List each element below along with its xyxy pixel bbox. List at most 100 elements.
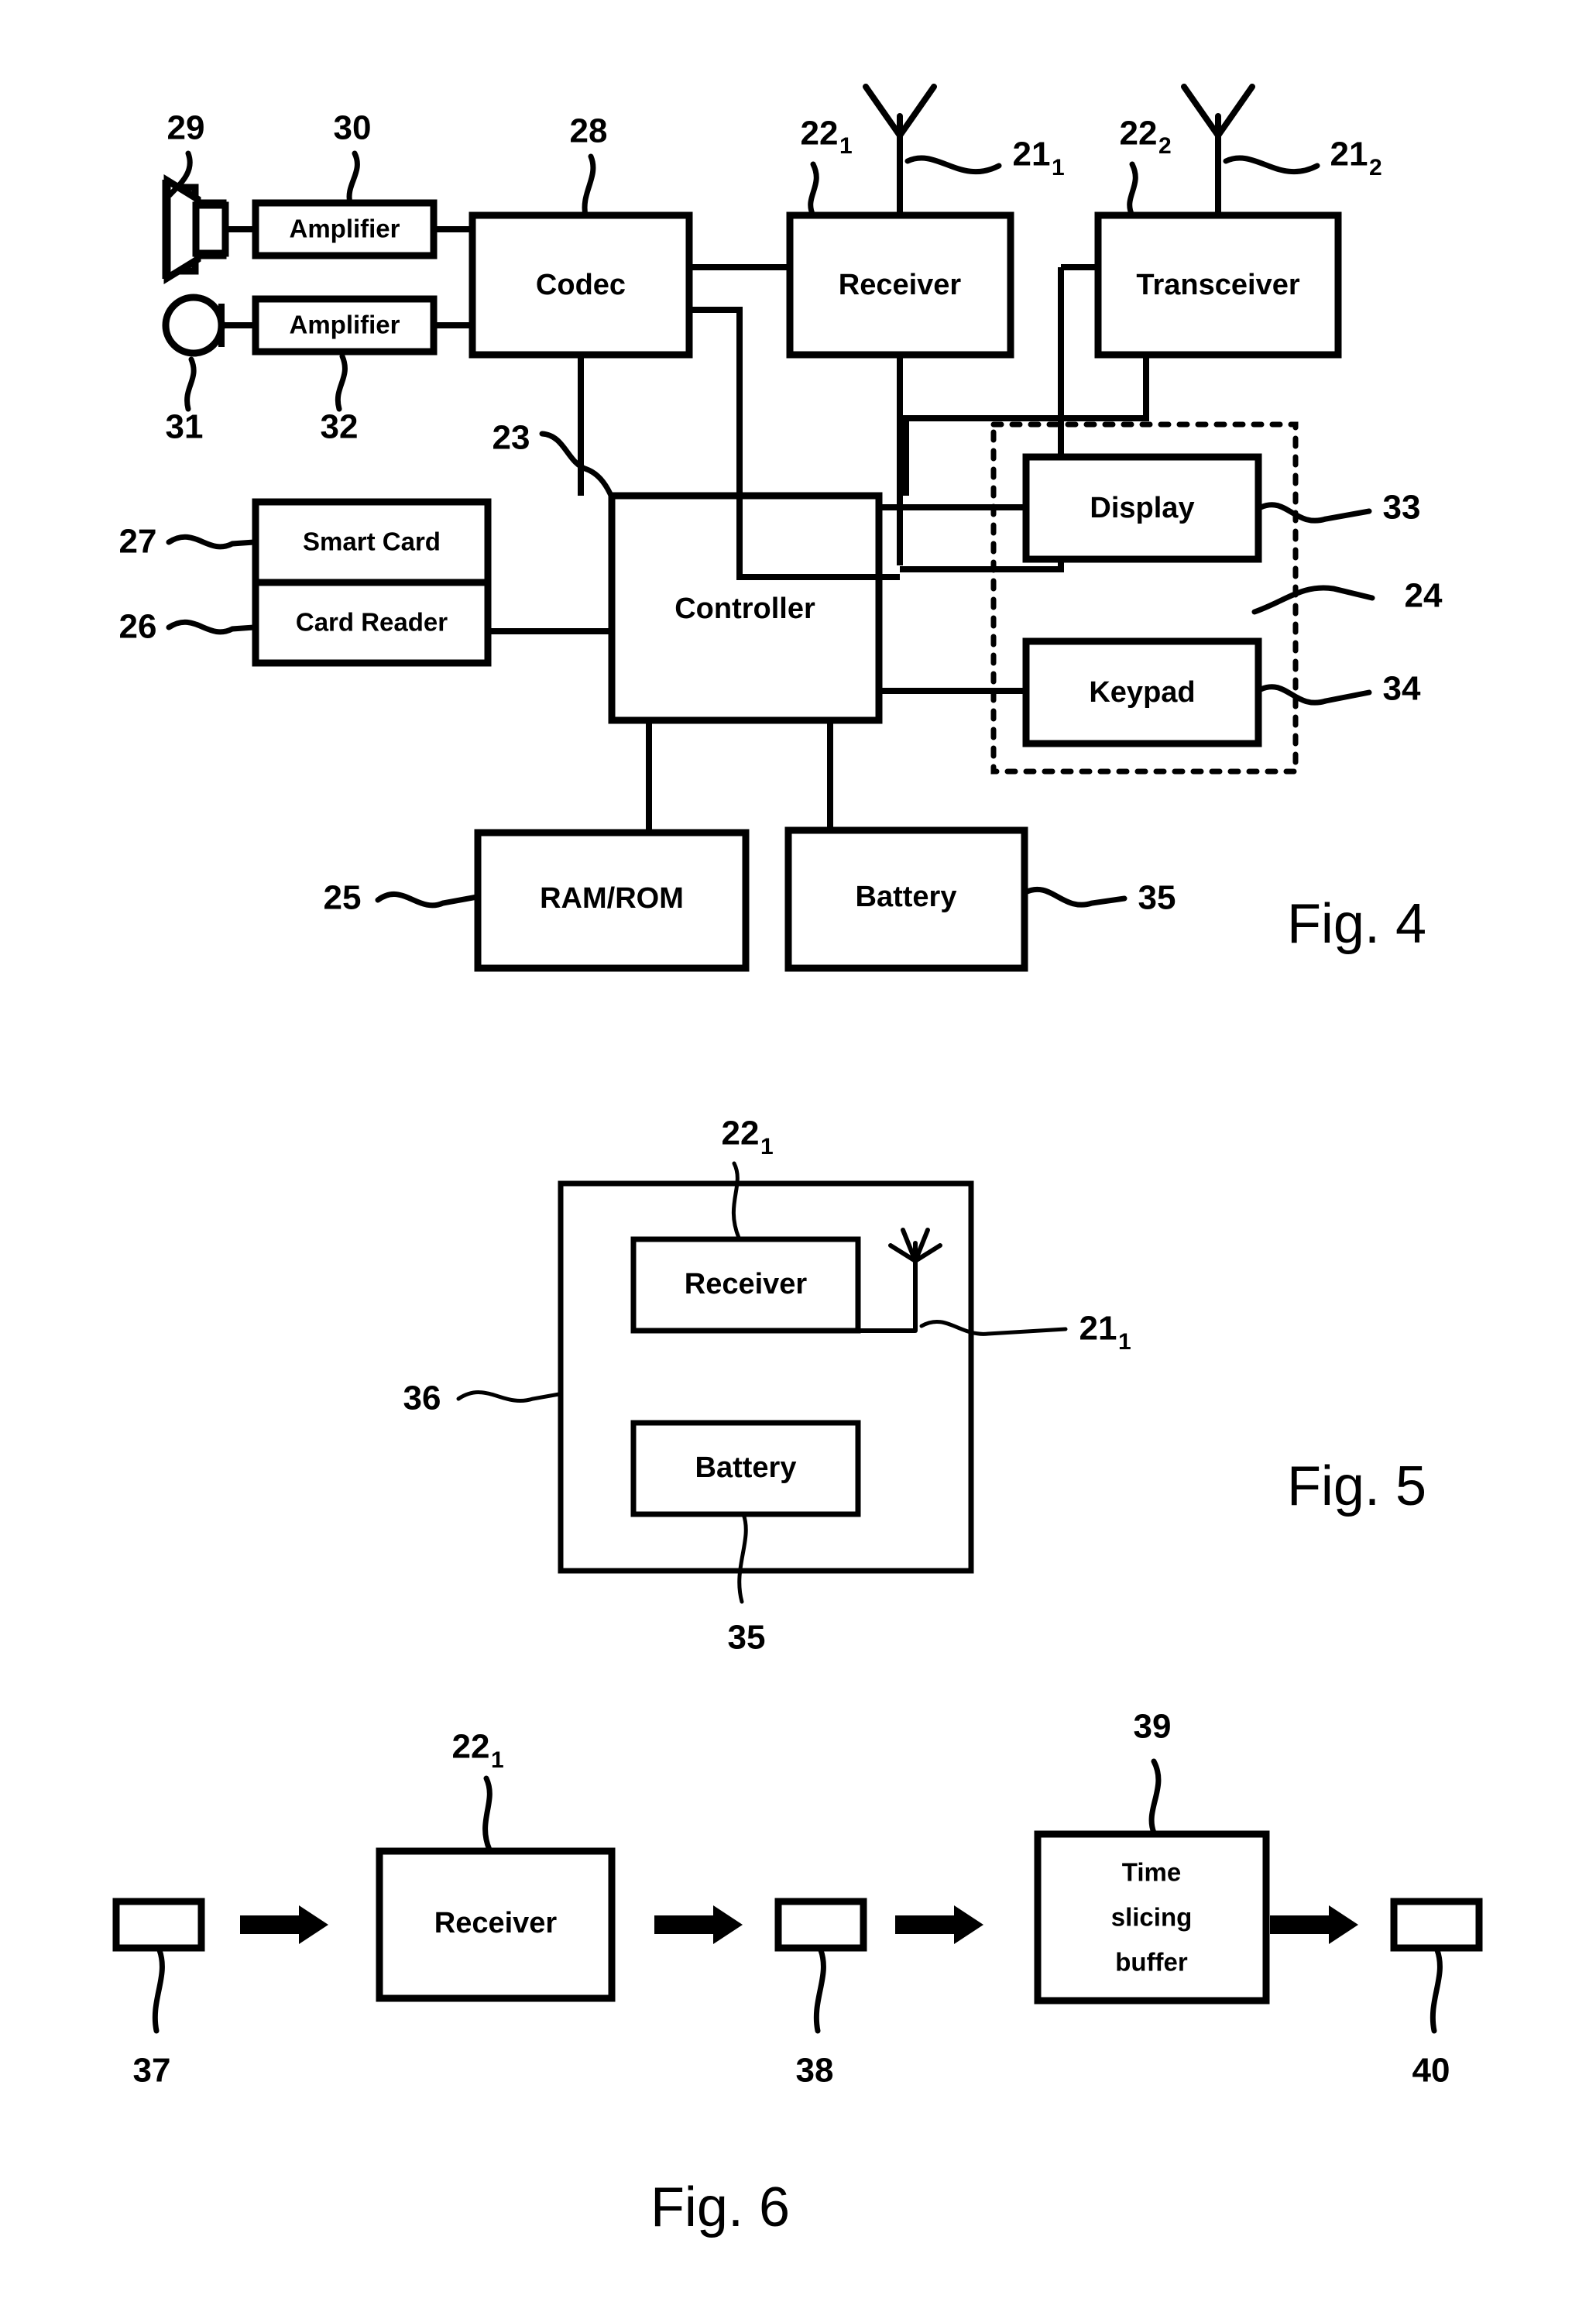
arrow-receiver-to-intermediate bbox=[654, 1905, 743, 1944]
leader-output-signal-fig6 bbox=[1430, 1947, 1443, 2034]
refnum-input-signal-fig6: 37 bbox=[133, 2052, 171, 2090]
block-intermediate-signal-fig6 bbox=[774, 1898, 867, 1952]
leader-enclosure-fig5 bbox=[456, 1390, 561, 1403]
block-label-amplifier-top: Amplifier bbox=[289, 215, 400, 243]
block-label-controller: Controller bbox=[674, 593, 815, 625]
svg-text:21: 21 bbox=[1013, 136, 1051, 173]
block-ram-rom: RAM/ROM bbox=[474, 829, 750, 972]
svg-text:22: 22 bbox=[722, 1115, 760, 1153]
svg-text:22: 22 bbox=[801, 115, 839, 153]
refnum-card-reader: 26 bbox=[119, 608, 157, 646]
block-label-codec: Codec bbox=[536, 269, 626, 301]
block-transceiver: Transceiver bbox=[1094, 211, 1342, 359]
block-smartcard-cardreader: Smart Card Card Reader bbox=[252, 498, 492, 667]
leader-controller bbox=[539, 431, 615, 500]
block-receiver-fig5: Receiver bbox=[630, 1236, 861, 1334]
refnum-keypad: 34 bbox=[1383, 670, 1421, 708]
arrow-intermediate-to-buffer bbox=[895, 1905, 983, 1944]
block-display: Display bbox=[1022, 453, 1262, 563]
leader-keypad bbox=[1258, 684, 1372, 706]
block-label-time-slicing-buffer-line2: slicing bbox=[1111, 1903, 1193, 1932]
leader-receiver-fig6 bbox=[482, 1775, 493, 1853]
refnum-ram-rom: 25 bbox=[324, 879, 362, 917]
refnum-speaker: 29 bbox=[167, 109, 205, 147]
block-label-ram-rom: RAM/ROM bbox=[540, 882, 684, 915]
refnum-antenna-2: 21 2 bbox=[1330, 136, 1382, 180]
block-label-battery-fig5: Battery bbox=[695, 1451, 797, 1484]
refnum-amplifier-top: 30 bbox=[334, 109, 372, 147]
refnum-receiver-fig6: 22 1 bbox=[452, 1728, 504, 1773]
refnum-user-interface: 24 bbox=[1405, 577, 1443, 615]
svg-text:21: 21 bbox=[1079, 1310, 1117, 1348]
refnum-battery-fig5: 35 bbox=[728, 1619, 766, 1657]
block-label-transceiver: Transceiver bbox=[1136, 269, 1299, 301]
block-amplifier-top: Amplifier bbox=[252, 199, 438, 259]
block-receiver-fig6: Receiver bbox=[376, 1847, 616, 2002]
block-label-receiver-fig4: Receiver bbox=[839, 269, 962, 301]
refnum-microphone: 31 bbox=[166, 408, 204, 446]
leader-microphone bbox=[184, 356, 197, 412]
block-label-card-reader: Card Reader bbox=[296, 608, 448, 637]
leader-smart-card bbox=[166, 534, 257, 550]
block-label-receiver-fig5: Receiver bbox=[685, 1268, 808, 1300]
block-controller: Controller bbox=[608, 492, 883, 724]
block-input-signal-fig6 bbox=[112, 1898, 205, 1952]
refnum-antenna-1: 21 1 bbox=[1013, 136, 1065, 180]
refnum-antenna-1-subscript: 1 bbox=[1052, 155, 1065, 180]
leader-user-interface bbox=[1251, 585, 1375, 615]
svg-text:22: 22 bbox=[1120, 115, 1158, 153]
block-label-smart-card: Smart Card bbox=[303, 527, 441, 556]
leader-ram-rom bbox=[375, 891, 480, 909]
leader-time-slicing-buffer bbox=[1148, 1758, 1162, 1836]
block-output-signal-fig6 bbox=[1390, 1898, 1483, 1952]
svg-text:22: 22 bbox=[452, 1728, 490, 1766]
block-label-amplifier-bottom: Amplifier bbox=[289, 311, 400, 339]
leader-codec bbox=[582, 153, 596, 218]
block-battery-fig5: Battery bbox=[630, 1420, 861, 1517]
refnum-enclosure-fig5: 36 bbox=[403, 1379, 441, 1417]
figure-caption-fig6: Fig. 6 bbox=[650, 2176, 790, 2238]
antenna-icon-2 bbox=[1181, 84, 1255, 218]
block-label-time-slicing-buffer-line3: buffer bbox=[1115, 1948, 1188, 1977]
refnum-output-signal-fig6: 40 bbox=[1412, 2052, 1450, 2090]
leader-battery-fig4 bbox=[1022, 886, 1127, 908]
patent-drawing-sheet: Amplifier Amplifier Codec Receiver Trans… bbox=[0, 0, 1596, 2312]
refnum-display: 33 bbox=[1383, 489, 1421, 527]
block-time-slicing-buffer: Time slicing buffer bbox=[1034, 1830, 1270, 2005]
refnum-smart-card: 27 bbox=[119, 523, 157, 561]
figure-caption-fig4: Fig. 4 bbox=[1287, 893, 1426, 955]
leader-input-signal-fig6 bbox=[152, 1947, 165, 2034]
block-amplifier-bottom: Amplifier bbox=[252, 295, 438, 356]
leader-antenna-2 bbox=[1223, 155, 1320, 175]
leader-amplifier-bottom bbox=[335, 353, 348, 412]
leader-display bbox=[1258, 502, 1372, 524]
arrow-buffer-to-output bbox=[1270, 1905, 1358, 1944]
refnum-receiver-fig6-subscript: 1 bbox=[491, 1747, 504, 1773]
refnum-controller: 23 bbox=[493, 419, 530, 457]
refnum-antenna-fig5: 21 1 bbox=[1079, 1310, 1131, 1355]
block-label-display: Display bbox=[1090, 492, 1194, 524]
leader-transceiver bbox=[1127, 161, 1138, 218]
block-label-keypad: Keypad bbox=[1089, 676, 1195, 709]
arrow-input-to-receiver bbox=[240, 1905, 328, 1944]
block-label-time-slicing-buffer-line1: Time bbox=[1122, 1858, 1181, 1887]
refnum-amplifier-bottom: 32 bbox=[321, 408, 359, 446]
refnum-receiver-subscript: 1 bbox=[839, 133, 853, 159]
refnum-receiver-fig4: 22 1 bbox=[801, 115, 853, 159]
speaker-icon bbox=[162, 173, 229, 285]
refnum-intermediate-signal-fig6: 38 bbox=[796, 2052, 834, 2090]
leader-receiver-fig4 bbox=[808, 161, 819, 218]
leader-intermediate-signal-fig6 bbox=[813, 1947, 826, 2034]
leader-card-reader bbox=[166, 619, 257, 635]
microphone-icon bbox=[162, 294, 225, 357]
refnum-transceiver: 22 2 bbox=[1120, 115, 1172, 159]
block-label-battery-fig4: Battery bbox=[856, 881, 957, 913]
leader-antenna-1 bbox=[904, 155, 1002, 175]
refnum-antenna-2-subscript: 2 bbox=[1369, 155, 1382, 180]
svg-text:21: 21 bbox=[1330, 136, 1368, 173]
refnum-antenna-fig5-subscript: 1 bbox=[1118, 1329, 1131, 1355]
refnum-receiver-fig5: 22 1 bbox=[722, 1115, 774, 1159]
refnum-time-slicing-buffer: 39 bbox=[1134, 1708, 1172, 1746]
refnum-receiver-fig5-subscript: 1 bbox=[760, 1134, 774, 1159]
antenna-icon-1 bbox=[863, 84, 937, 218]
